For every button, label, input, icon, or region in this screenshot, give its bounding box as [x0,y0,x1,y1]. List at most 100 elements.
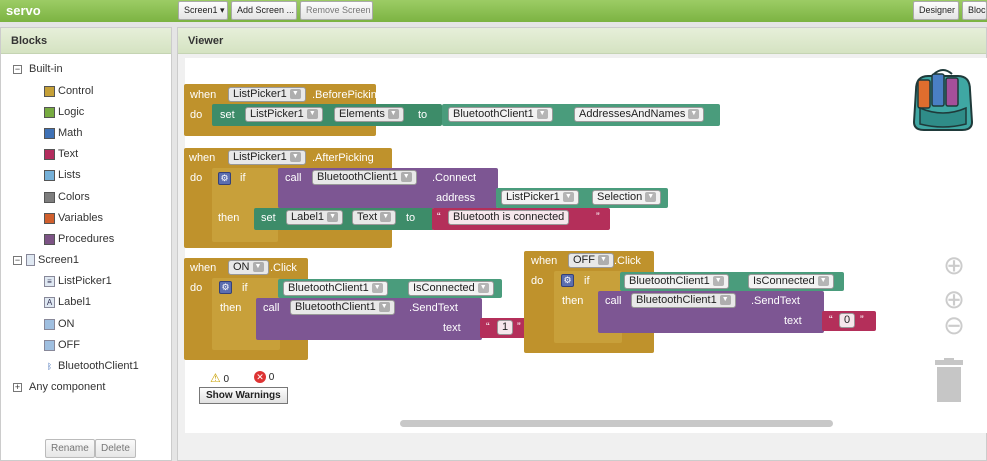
component-label1[interactable]: A Label1 [44,296,91,308]
variables-color-icon [44,212,55,224]
collapse-icon[interactable]: − [13,64,22,74]
category-procedures[interactable]: Procedures [44,233,114,245]
designer-button[interactable]: Designer [913,1,959,20]
warning-icon: ⚠ [210,371,221,385]
chevron-down-icon: ▼ [598,255,609,266]
text-color-icon [44,148,55,160]
component-bluetoothclient1[interactable]: ᛒ BluetoothClient1 [44,360,139,372]
gear-icon[interactable]: ⚙ [561,274,574,287]
text-value[interactable]: 1 [497,320,514,335]
if-keyword: if [242,282,248,294]
chevron-down-icon: ▼ [645,192,657,203]
component-dropdown[interactable]: BluetoothClient1 ▼ [631,293,736,308]
component-dropdown[interactable]: ON ▼ [228,260,269,275]
chevron-down-icon: ▼ [562,192,574,203]
screen-select[interactable]: Screen1 ▾ [178,1,228,20]
control-color-icon [44,85,55,97]
zoom-in-icon[interactable]: ⊕ [941,286,967,312]
screen-icon [26,254,35,267]
tree-any-component[interactable]: + Any component [13,381,105,393]
gear-icon[interactable]: ⚙ [219,281,232,294]
error-icon: ✕ [254,371,266,383]
horizontal-scrollbar[interactable] [400,420,833,427]
chevron-down-icon: ▼ [371,283,383,294]
category-colors[interactable]: Colors [44,191,90,203]
to-keyword: to [406,212,416,224]
chevron-down-icon: ▼ [536,109,548,120]
category-math[interactable]: Math [44,127,82,139]
rename-button[interactable]: Rename [45,439,95,458]
category-lists[interactable]: Lists [44,169,81,181]
remove-screen-button[interactable]: Remove Screen [300,1,373,20]
method-name: .SendText [751,295,800,307]
chevron-down-icon: ▼ [289,152,301,163]
recenter-icon[interactable]: ⊕ [941,252,967,278]
viewer-title: Viewer [178,28,986,54]
do-keyword: do [190,172,203,184]
category-variables[interactable]: Variables [44,212,103,224]
collapse-icon[interactable]: − [13,255,22,265]
component-dropdown[interactable]: BluetoothClient1 ▼ [448,107,553,122]
chevron-down-icon: ▼ [688,109,700,120]
if-keyword: if [584,275,590,287]
category-logic[interactable]: Logic [44,106,84,118]
delete-button[interactable]: Delete [95,439,136,458]
component-dropdown[interactable]: ListPicker1 ▼ [228,87,306,102]
component-dropdown[interactable]: ListPicker1 ▼ [501,190,579,205]
errors-indicator: ✕ 0 [254,371,274,383]
component-dropdown[interactable]: OFF ▼ [568,253,614,268]
backpack-icon[interactable] [906,68,980,134]
property-dropdown[interactable]: IsConnected ▼ [748,274,834,289]
property-dropdown[interactable]: Selection ▼ [592,190,662,205]
zoom-out-icon[interactable]: ⊖ [941,312,967,338]
chevron-down-icon: ▼ [378,302,390,313]
category-control[interactable]: Control [44,85,93,97]
expand-icon[interactable]: + [13,382,22,392]
trash-icon[interactable] [932,358,966,404]
show-warnings-button[interactable]: Show Warnings [199,387,288,404]
component-dropdown[interactable]: ListPicker1 ▼ [228,150,306,165]
event-name: .BeforePicking [312,89,383,101]
procedures-color-icon [44,233,55,245]
text-value[interactable]: 0 [839,313,856,328]
component-on[interactable]: ON [44,318,75,330]
component-dropdown[interactable]: BluetoothClient1 ▼ [290,300,395,315]
call-keyword: call [605,295,622,307]
property-dropdown[interactable]: Text ▼ [352,210,397,225]
category-text[interactable]: Text [44,148,78,160]
close-quote: ” [860,314,864,326]
property-dropdown[interactable]: Elements ▼ [334,107,404,122]
tree-builtin[interactable]: − Built-in [13,63,63,75]
do-keyword: do [190,282,203,294]
tree-screen1[interactable]: − Screen1 [13,254,79,267]
blocks-button[interactable]: Blocks [962,1,987,20]
math-color-icon [44,127,55,139]
component-dropdown[interactable]: BluetoothClient1 ▼ [624,274,729,289]
chevron-down-icon: ▼ [306,109,318,120]
property-dropdown[interactable]: AddressesAndNames ▼ [574,107,705,122]
to-keyword: to [418,109,428,121]
component-off[interactable]: OFF [44,339,80,351]
call-keyword: call [263,302,280,314]
text-value[interactable]: Bluetooth is connected [448,210,570,225]
component-dropdown[interactable]: BluetoothClient1 ▼ [283,281,388,296]
component-dropdown[interactable]: Label1 ▼ [286,210,344,225]
open-quote: “ [486,321,490,333]
chevron-down-icon: ▼ [400,172,412,183]
add-screen-button[interactable]: Add Screen ... [231,1,297,20]
set-keyword: set [261,212,276,224]
component-dropdown[interactable]: ListPicker1 ▼ [245,107,323,122]
component-listpicker1[interactable]: ≡ ListPicker1 [44,275,112,287]
method-name: .SendText [409,302,458,314]
chevron-down-icon: ▼ [712,276,724,287]
if-keyword: if [240,172,246,184]
address-label: address [436,192,476,204]
component-dropdown[interactable]: BluetoothClient1 ▼ [312,170,417,185]
set-keyword: set [220,109,235,121]
gear-icon[interactable]: ⚙ [218,172,231,185]
when-keyword: when [189,152,216,164]
chevron-down-icon: ▼ [252,262,264,273]
close-quote: ” [517,321,521,333]
property-dropdown[interactable]: IsConnected ▼ [408,281,494,296]
text-label: text [784,315,802,327]
